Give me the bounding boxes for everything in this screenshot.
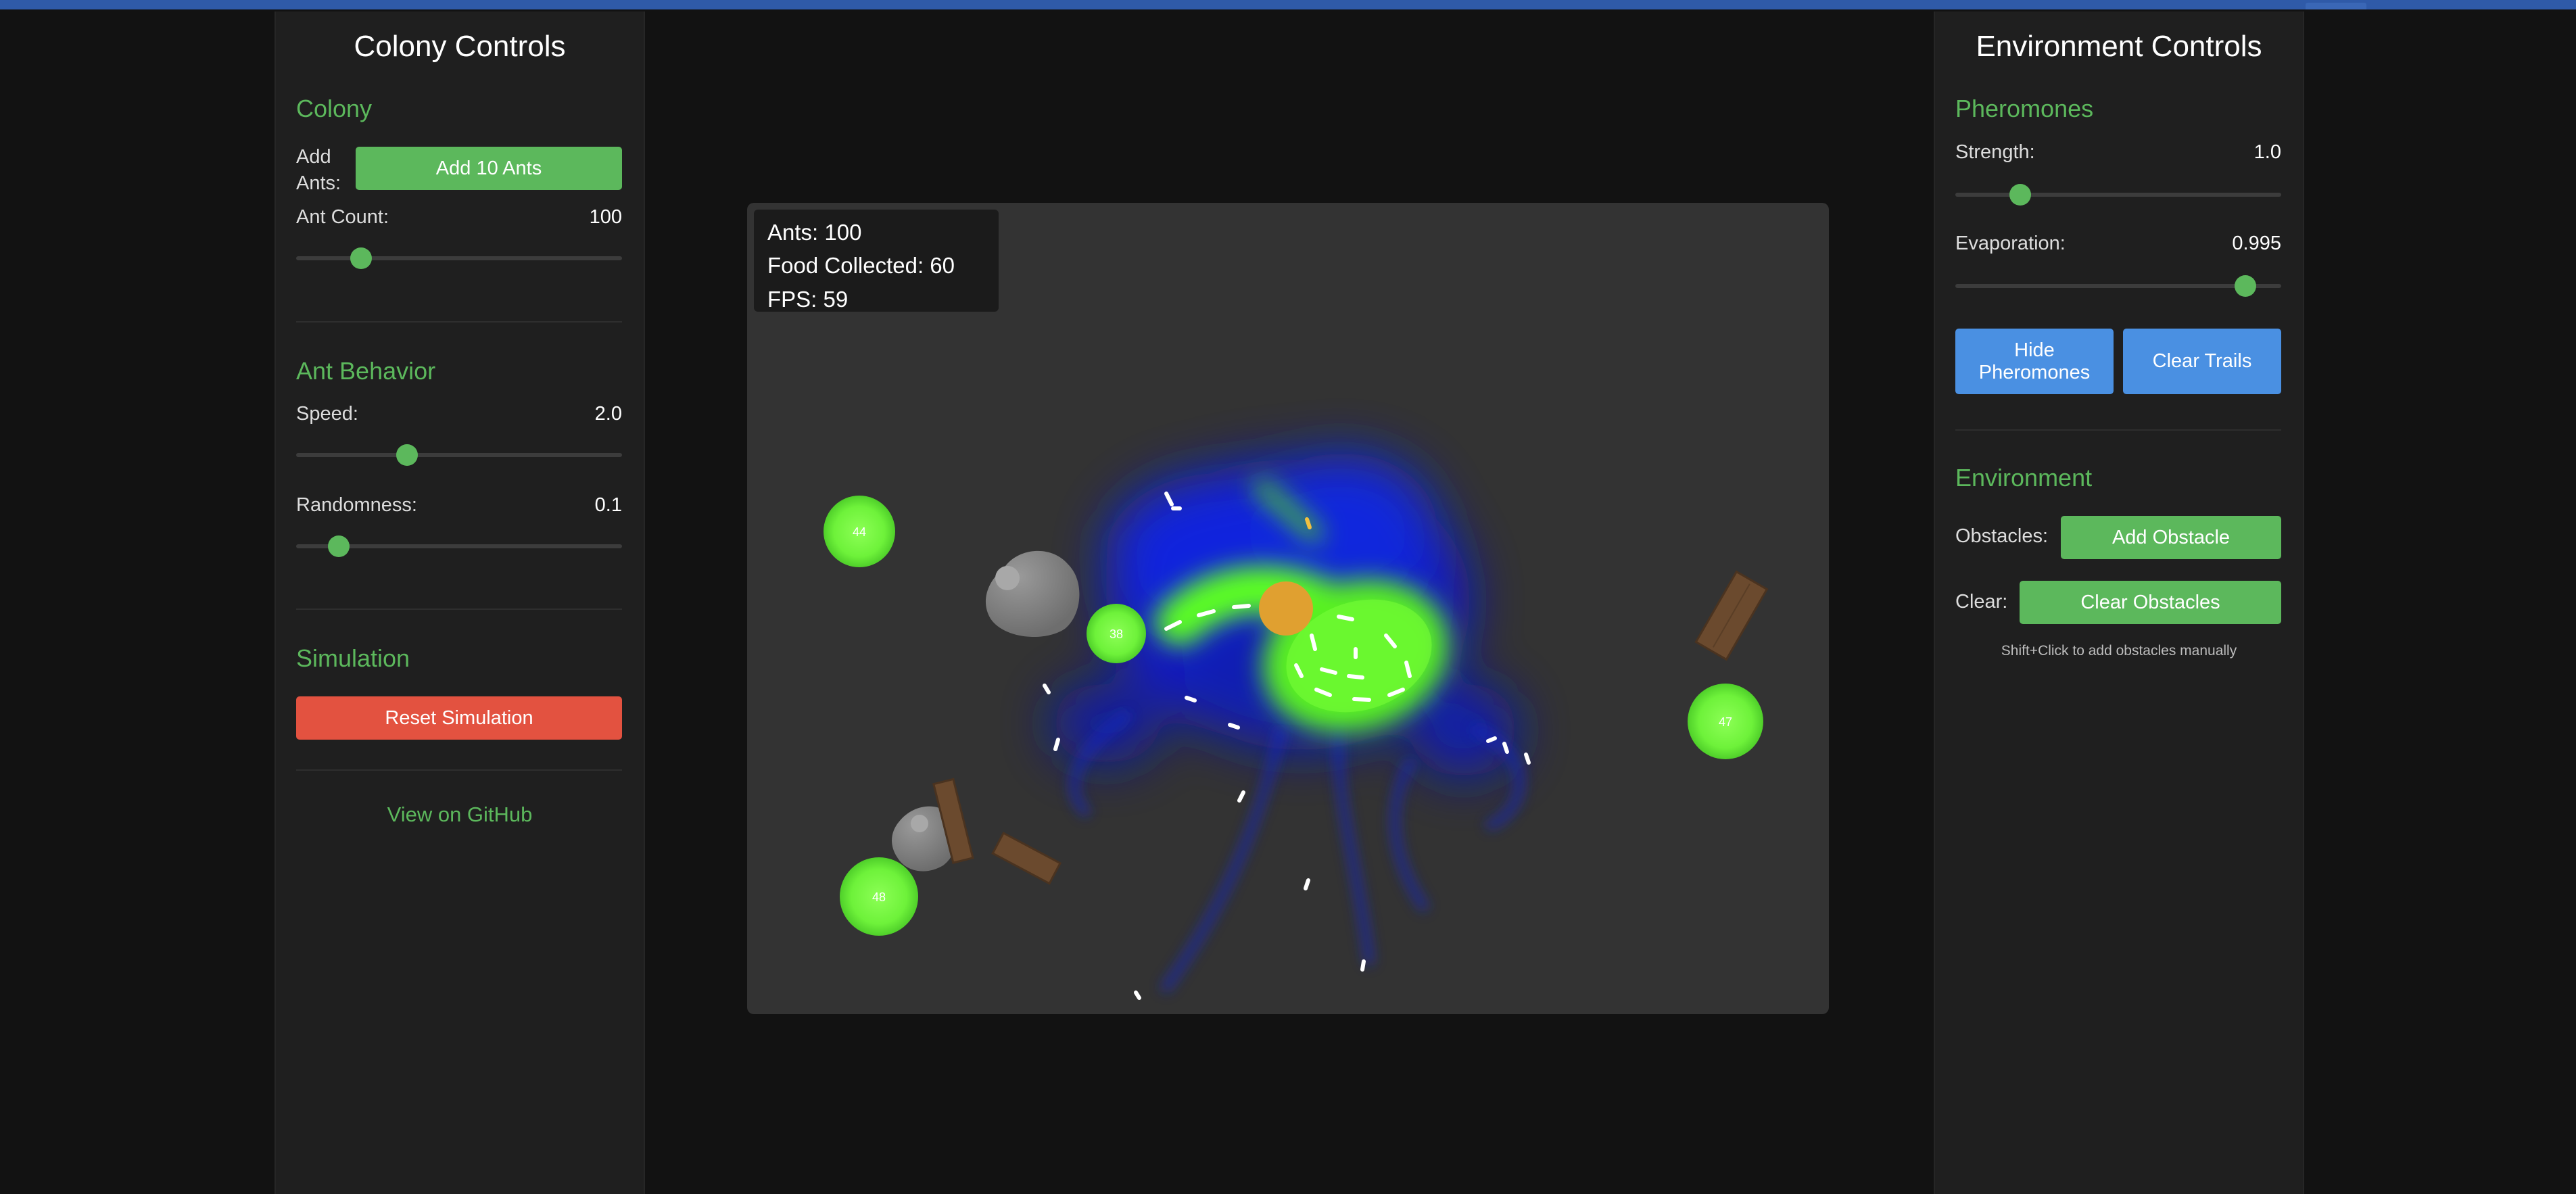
evaporation-slider[interactable] <box>1955 275 2281 297</box>
divider <box>296 769 622 771</box>
ant-count-label: Ant Count: <box>296 206 389 228</box>
speed-slider[interactable] <box>296 444 622 466</box>
simulation-canvas[interactable]: 44 38 47 48 Ants: 100 Food Collected: 60… <box>747 203 1829 1014</box>
add-ants-label: Add Ants: <box>296 146 341 194</box>
food-source[interactable]: 44 <box>824 496 895 567</box>
browser-top-bar <box>0 0 2576 9</box>
randomness-label: Randomness: <box>296 494 417 516</box>
clear-obstacles-button[interactable]: Clear Obstacles <box>2020 581 2281 624</box>
stick-obstacle <box>991 832 1062 885</box>
nest <box>1259 581 1313 636</box>
evaporation-label: Evaporation: <box>1955 233 2066 254</box>
section-heading-colony: Colony <box>296 95 373 122</box>
food-source-amount: 48 <box>872 890 886 904</box>
ant-count-slider-thumb[interactable] <box>350 247 373 269</box>
hide-pheromones-button[interactable]: Hide Pheromones <box>1955 329 2114 394</box>
speed-value: 2.0 <box>594 403 622 425</box>
section-heading-simulation: Simulation <box>296 644 410 672</box>
divider <box>1955 429 2281 431</box>
divider <box>296 321 622 323</box>
fps-stat: FPS: 59 <box>767 287 849 312</box>
food-source[interactable]: 47 <box>1688 684 1763 759</box>
add-obstacle-button[interactable]: Add Obstacle <box>2061 516 2281 559</box>
food-source-amount: 47 <box>1719 715 1732 729</box>
randomness-value: 0.1 <box>594 494 622 516</box>
clear-label: Clear: <box>1955 591 2008 613</box>
ant-count-value: 100 <box>589 206 622 228</box>
strength-label: Strength: <box>1955 141 2035 163</box>
randomness-slider[interactable] <box>296 535 622 557</box>
panel-title: Environment Controls <box>1976 30 2262 63</box>
food-source[interactable]: 48 <box>840 857 918 936</box>
strength-slider-thumb[interactable] <box>2009 184 2032 206</box>
section-heading-environment: Environment <box>1955 464 2093 492</box>
simulation-drawing: 44 38 47 48 <box>824 453 1769 1000</box>
food-source-amount: 44 <box>853 525 866 539</box>
ants-count-stat: Ants: 100 <box>767 220 862 245</box>
food-source[interactable]: 38 <box>1087 604 1146 663</box>
rock-highlight <box>995 566 1020 590</box>
reset-simulation-button[interactable]: Reset Simulation <box>296 696 622 740</box>
food-source-amount: 38 <box>1110 627 1123 641</box>
obstacle-hint: Shift+Click to add obstacles manually <box>2001 643 2237 659</box>
add-ants-button[interactable]: Add 10 Ants <box>356 147 622 190</box>
rock-obstacle <box>985 550 1080 637</box>
section-heading-pheromones: Pheromones <box>1955 95 2094 122</box>
randomness-slider-thumb[interactable] <box>327 535 350 557</box>
strength-slider[interactable] <box>1955 184 2281 206</box>
section-heading-ant-behavior: Ant Behavior <box>296 357 436 385</box>
panel-title: Colony Controls <box>354 30 566 63</box>
divider <box>296 608 622 610</box>
stats-overlay: Ants: 100 Food Collected: 60 FPS: 59 <box>754 210 999 312</box>
environment-controls-panel: Environment Controls Pheromones Strength… <box>1934 11 2304 1194</box>
strength-value: 1.0 <box>2253 141 2281 163</box>
browser-tab[interactable] <box>2306 3 2366 9</box>
evaporation-value: 0.995 <box>2232 233 2281 254</box>
food-collected-stat: Food Collected: 60 <box>767 253 955 278</box>
clear-trails-button[interactable]: Clear Trails <box>2123 329 2281 394</box>
github-link[interactable]: View on GitHub <box>276 803 644 827</box>
speed-slider-thumb[interactable] <box>396 444 418 466</box>
rock-highlight <box>911 815 928 832</box>
ant-count-slider[interactable] <box>296 247 622 269</box>
ant-carrying-food <box>1305 517 1312 529</box>
evaporation-slider-thumb[interactable] <box>2234 275 2256 297</box>
obstacles-label: Obstacles: <box>1955 525 2048 547</box>
stick-obstacle <box>1694 570 1769 661</box>
speed-label: Speed: <box>296 403 358 425</box>
colony-controls-panel: Colony Controls Colony Add Ants: Add 10 … <box>275 11 645 1194</box>
